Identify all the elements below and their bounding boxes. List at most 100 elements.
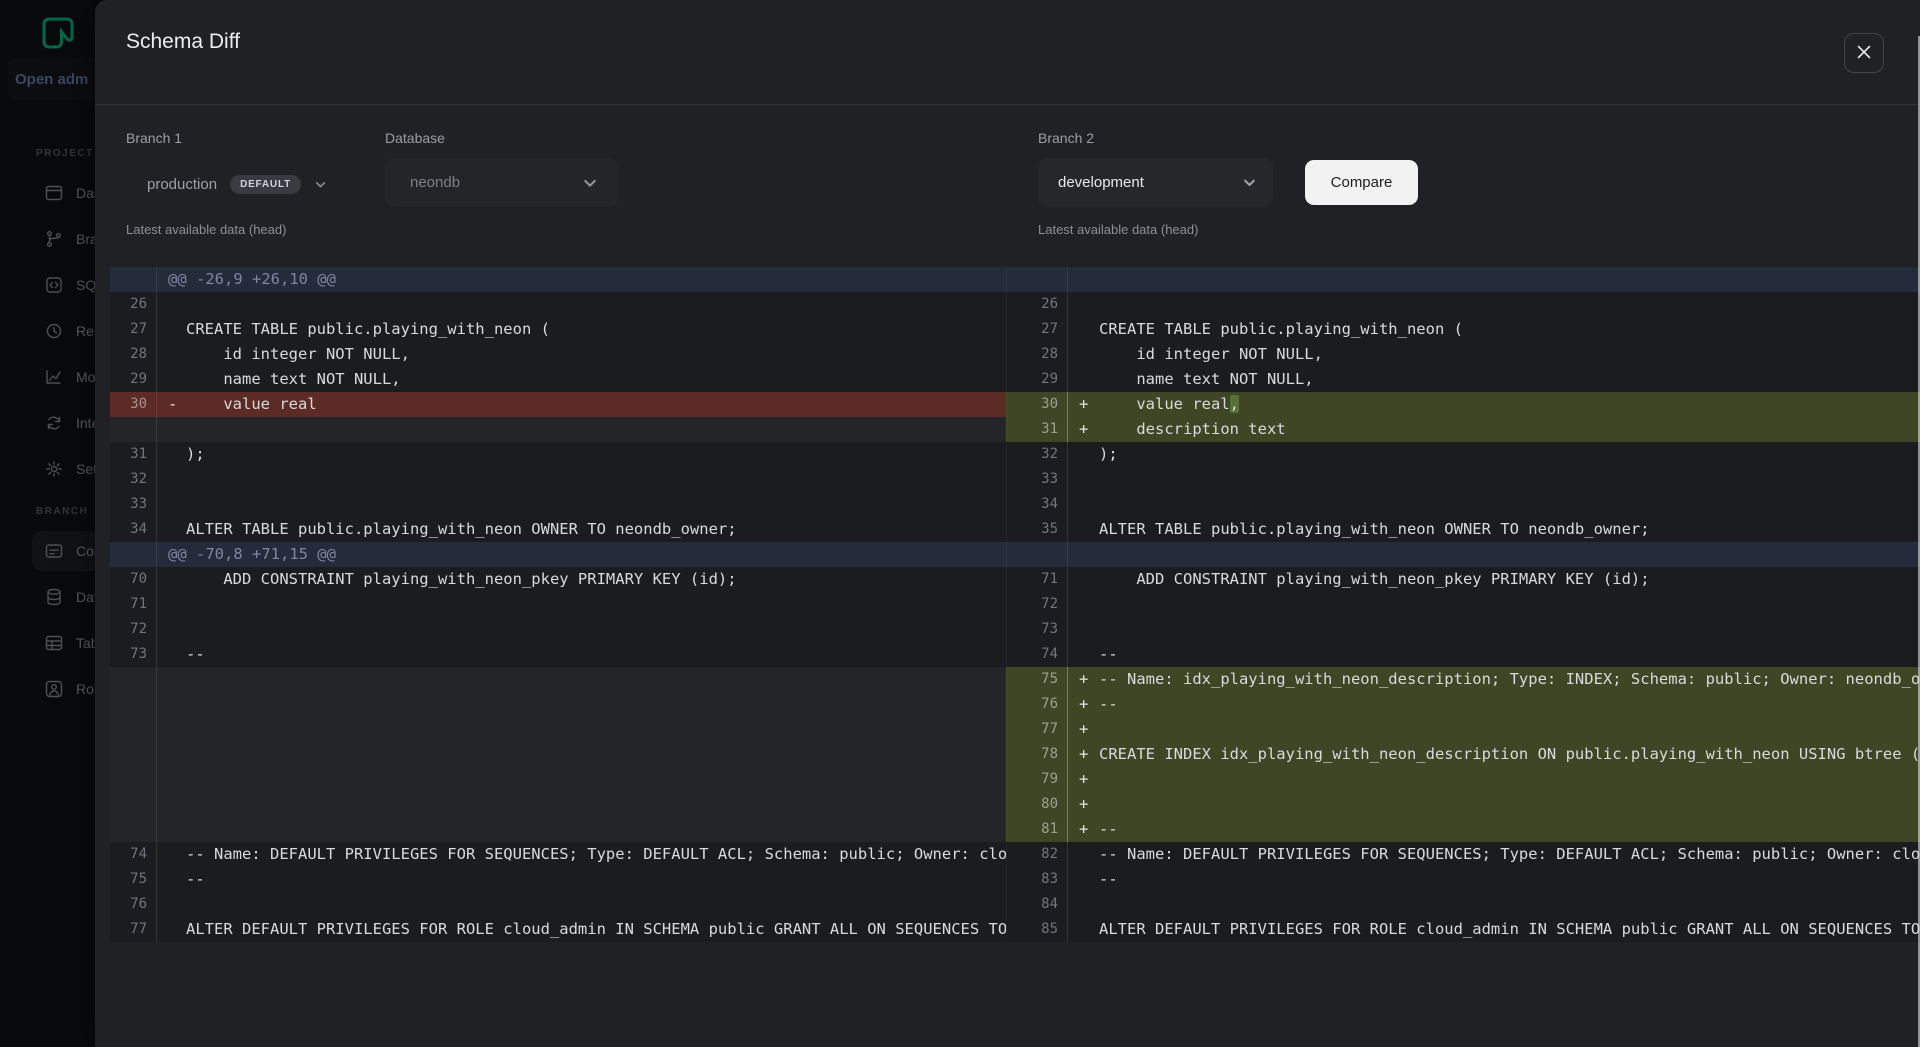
line-number: 34 (1007, 492, 1068, 517)
diff-row: 2626 (110, 292, 1920, 317)
line-number: 76 (110, 892, 157, 917)
database-select[interactable]: neondb (385, 158, 618, 207)
diff-marker (157, 892, 186, 917)
line-number: 34 (110, 517, 157, 542)
database-value: neondb (410, 174, 460, 191)
diff-left-hunk: @@ -26,9 +26,10 @@ (110, 267, 1006, 292)
diff-marker (1068, 292, 1099, 317)
code-line (1099, 467, 1920, 492)
branch2-select[interactable]: development (1038, 158, 1273, 207)
line-number: 31 (110, 442, 157, 467)
diff-marker (1068, 867, 1099, 892)
diff-marker (157, 842, 186, 867)
diff-marker (1068, 592, 1099, 617)
diff-left-ctx: 27 CREATE TABLE public.playing_with_neon … (110, 317, 1006, 342)
diff-marker (1068, 467, 1099, 492)
line-number: 32 (110, 467, 157, 492)
diff-left-ctx: 29 name text NOT NULL, (110, 367, 1006, 392)
diff-left-hunk: @@ -70,8 +71,15 @@ (110, 542, 1006, 567)
code-line: CREATE TABLE public.playing_with_neon ( (1099, 317, 1920, 342)
diff-row: 34 ALTER TABLE public.playing_with_neon O… (110, 517, 1920, 542)
diff-right-ctx: 35 ALTER TABLE public.playing_with_neon O… (1006, 517, 1920, 542)
diff-marker (1068, 317, 1099, 342)
line-number (110, 767, 157, 792)
hunk-header (1068, 542, 1920, 567)
default-badge: DEFAULT (230, 175, 301, 194)
code-line (1099, 617, 1920, 642)
app-root: Open adm PROJECTDashboardBranchesSQL Edi… (0, 0, 1920, 1047)
diff-left-fill (110, 717, 1006, 742)
code-line: -- (186, 642, 1006, 667)
diff-row: 30- value real30+ value real, (110, 392, 1920, 417)
code-line: ADD CONSTRAINT playing_with_neon_pkey PR… (1099, 567, 1920, 592)
diff-right-add: 31+ description text (1006, 417, 1920, 442)
diff-marker: + (1068, 742, 1099, 767)
diff-row: 76+-- (110, 692, 1920, 717)
diff-right-ctx: 83-- (1006, 867, 1920, 892)
diff-row: 7172 (110, 592, 1920, 617)
code-line (186, 492, 1006, 517)
diff-marker: - (157, 392, 186, 417)
code-line (1099, 717, 1920, 742)
branch1-select[interactable]: production DEFAULT (121, 160, 339, 208)
diff-left-fill (110, 767, 1006, 792)
diff-right-ctx: 34 (1006, 492, 1920, 517)
diff-row: 28 id integer NOT NULL,28 id integer NOT… (110, 342, 1920, 367)
code-line: CREATE TABLE public.playing_with_neon ( (186, 317, 1006, 342)
diff-marker (157, 342, 186, 367)
diff-marker (157, 917, 186, 942)
line-number: 77 (110, 917, 157, 942)
code-line: -- Name: idx_playing_with_neon_descripti… (1099, 667, 1920, 692)
diff-right-add: 80+ (1006, 792, 1920, 817)
diff-left-ctx: 32 (110, 467, 1006, 492)
diff-left-fill (110, 817, 1006, 842)
diff-left-ctx: 76 (110, 892, 1006, 917)
diff-left-fill (110, 692, 1006, 717)
diff-left-ctx: 72 (110, 617, 1006, 642)
line-number: 83 (1007, 867, 1068, 892)
diff-left-ctx: 26 (110, 292, 1006, 317)
code-line (1099, 792, 1920, 817)
code-line (1099, 292, 1920, 317)
diff-right-ctx: 27CREATE TABLE public.playing_with_neon … (1006, 317, 1920, 342)
diff-right-add: 78+CREATE INDEX idx_playing_with_neon_de… (1006, 742, 1920, 767)
line-number: 28 (110, 342, 157, 367)
line-number (110, 667, 157, 692)
line-number (110, 742, 157, 767)
diff-right-ctx: 26 (1006, 292, 1920, 317)
diff-left-ctx: 33 (110, 492, 1006, 517)
line-number: 27 (110, 317, 157, 342)
code-line: ); (186, 442, 1006, 467)
diff-right-ctx: 29 name text NOT NULL, (1006, 367, 1920, 392)
line-number: 29 (110, 367, 157, 392)
diff-marker (1068, 367, 1099, 392)
compare-button[interactable]: Compare (1305, 160, 1418, 205)
line-number: 33 (110, 492, 157, 517)
line-number: 75 (1007, 667, 1068, 692)
branch2-data-note: Latest available data (head) (1038, 222, 1198, 237)
close-button[interactable] (1844, 33, 1884, 73)
code-line: ALTER TABLE public.playing_with_neon OWN… (1099, 517, 1920, 542)
diff-row: 80+ (110, 792, 1920, 817)
line-number: 79 (1007, 767, 1068, 792)
diff-row: 77+ (110, 717, 1920, 742)
diff-right-ctx: 73 (1006, 617, 1920, 642)
diff-marker: + (1068, 392, 1099, 417)
diff-right-add: 76+-- (1006, 692, 1920, 717)
diff-marker (1068, 892, 1099, 917)
header-divider (95, 104, 1920, 105)
diff-right-ctx: 72 (1006, 592, 1920, 617)
line-number: 78 (1007, 742, 1068, 767)
line-number: 72 (1007, 592, 1068, 617)
branch1-label: Branch 1 (126, 130, 182, 146)
line-number: 35 (1007, 517, 1068, 542)
line-number: 80 (1007, 792, 1068, 817)
diff-right-ctx: 84 (1006, 892, 1920, 917)
diff-row: 73--74-- (110, 642, 1920, 667)
diff-marker (1068, 842, 1099, 867)
line-number: 84 (1007, 892, 1068, 917)
line-number: 85 (1007, 917, 1068, 942)
line-number: 30 (1007, 392, 1068, 417)
line-number (110, 542, 157, 567)
diff-left-fill (110, 667, 1006, 692)
